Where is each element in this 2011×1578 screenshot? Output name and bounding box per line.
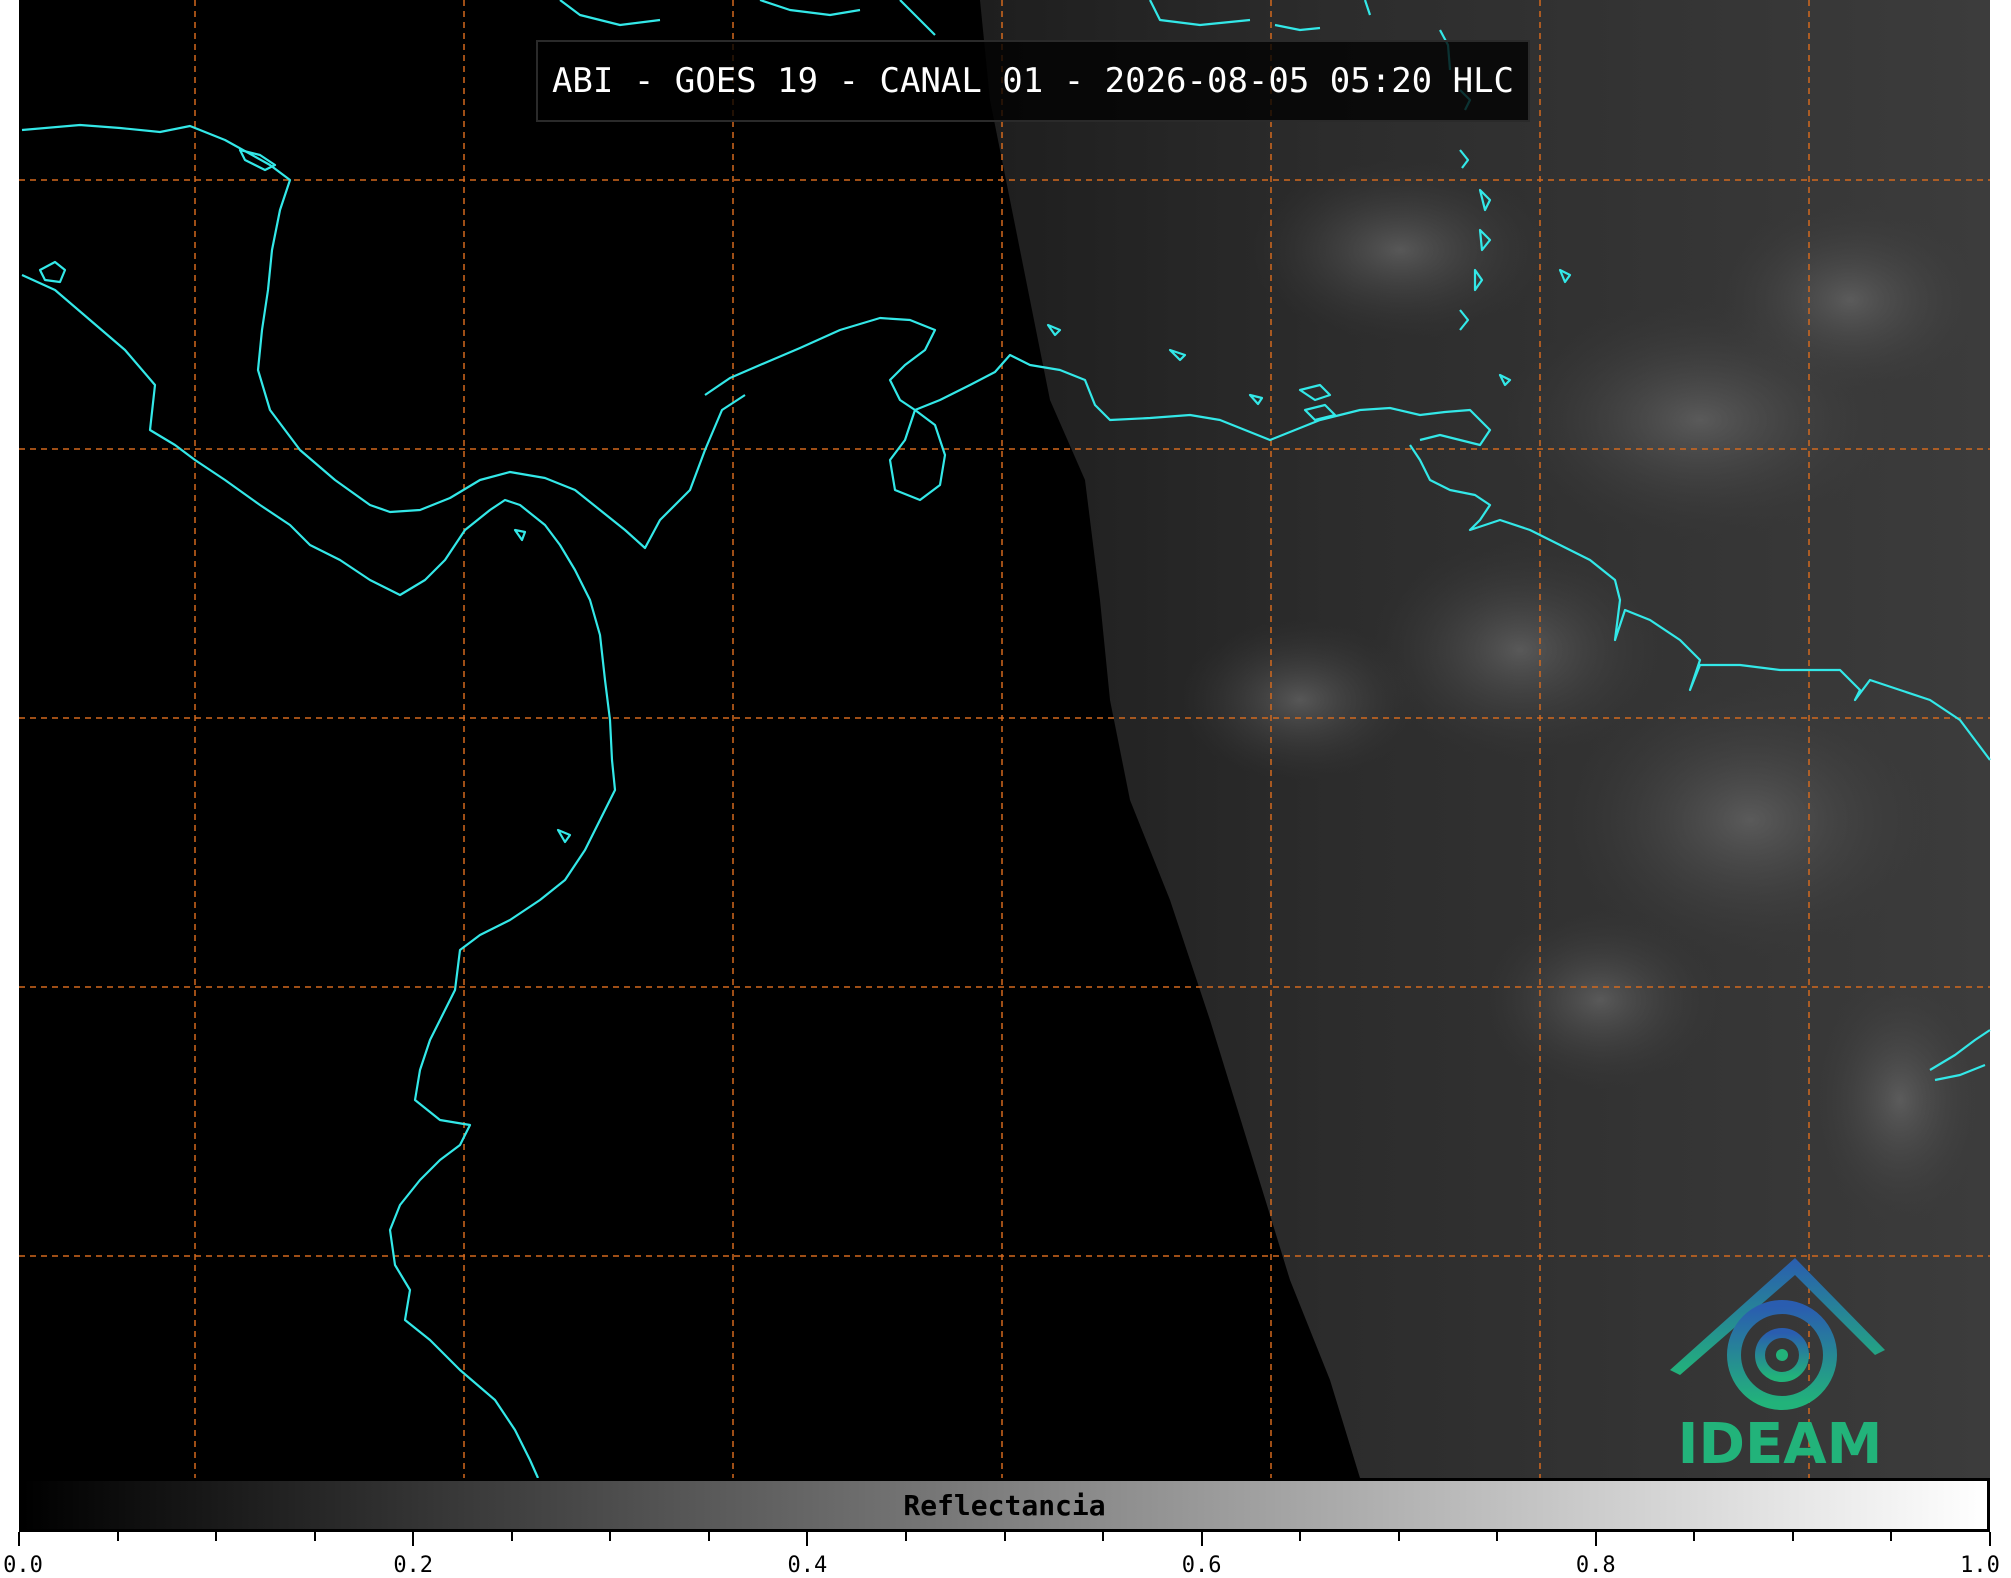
colorbar-major-tick <box>1989 1532 1991 1546</box>
colorbar-minor-tick <box>1003 1532 1006 1541</box>
colorbar-major-tick <box>412 1532 415 1546</box>
colorbar-minor-tick <box>313 1532 316 1541</box>
colorbar-minor-tick <box>116 1532 119 1541</box>
colorbar-minor-tick <box>904 1532 907 1541</box>
colorbar-minor-tick <box>215 1532 218 1541</box>
colorbar-major-tick <box>1594 1532 1597 1546</box>
colorbar-tick-label: 0.4 <box>787 1553 828 1578</box>
colorbar-tick-label: 0.0 <box>3 1553 43 1578</box>
colorbar-minor-tick <box>1791 1532 1794 1541</box>
colorbar-minor-tick <box>1397 1532 1400 1541</box>
colorbar-major-tick <box>806 1532 809 1546</box>
colorbar-tick-label: 0.2 <box>393 1553 434 1578</box>
colorbar-minor-tick <box>707 1532 710 1541</box>
colorbar-minor-tick <box>1890 1532 1893 1541</box>
colorbar-minor-tick <box>1496 1532 1499 1541</box>
map-title: ABI - GOES 19 - CANAL 01 - 2026-08-05 05… <box>536 40 1530 122</box>
satellite-map <box>19 0 1991 1479</box>
colorbar-minor-tick <box>1693 1532 1696 1541</box>
colorbar-tick-label: 0.6 <box>1181 1553 1222 1578</box>
colorbar-minor-tick <box>1102 1532 1105 1541</box>
colorbar-major-tick <box>18 1532 20 1546</box>
colorbar-label: Reflectancia <box>903 1488 1106 1522</box>
colorbar-minor-tick <box>609 1532 612 1541</box>
colorbar-minor-tick <box>1299 1532 1302 1541</box>
ideam-logo-text: IDEAM <box>1677 1412 1883 1477</box>
colorbar-tick-label: 1.0 <box>1960 1553 2000 1578</box>
colorbar-minor-tick <box>510 1532 513 1541</box>
colorbar-major-tick <box>1200 1532 1203 1546</box>
colorbar-tick-label: 0.8 <box>1575 1553 1616 1578</box>
